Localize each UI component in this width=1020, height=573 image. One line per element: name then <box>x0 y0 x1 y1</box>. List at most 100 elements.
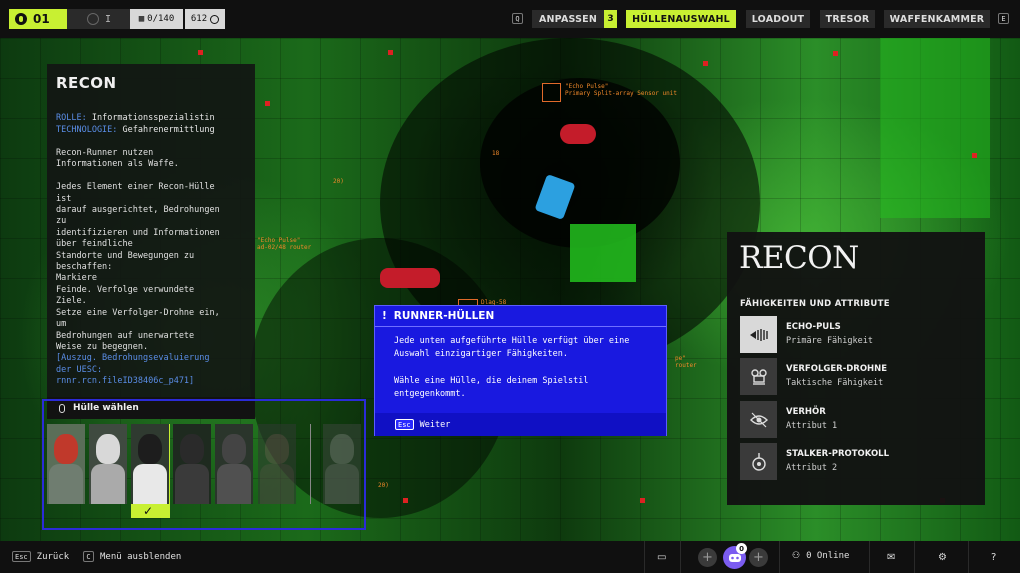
ability-echo-puls[interactable]: ECHO-PULS Primäre Fähigkeit <box>740 316 976 354</box>
shell-meta: ROLLE: Informationsspezialistin TECHNOLO… <box>56 112 246 136</box>
grid-icon: ▦ <box>138 14 145 24</box>
settings-gear-icon[interactable]: ⚙ <box>938 552 947 563</box>
drone-icon <box>740 358 777 395</box>
ability-type: Primäre Fähigkeit <box>786 336 873 346</box>
shell-description: Recon-Runner nutzen Informationen als Wa… <box>56 148 220 352</box>
chat-icon[interactable]: ▭ <box>657 552 666 563</box>
abilities-subtitle: FÄHIGKEITEN UND ATTRIBUTE <box>740 299 890 309</box>
target-box <box>542 83 561 102</box>
shell-option-locked[interactable] <box>323 424 361 504</box>
progress-counter[interactable]: ▦ 0/140 <box>130 9 183 29</box>
stalker-icon <box>740 443 777 480</box>
marker-dot <box>198 50 203 55</box>
hud-number: 20) <box>378 482 389 489</box>
online-count: 0 Online <box>806 551 850 561</box>
hide-menu-button[interactable]: C Menü ausblenden <box>83 551 181 562</box>
back-button[interactable]: Esc Zurück <box>12 551 69 562</box>
ability-name: VERFOLGER-DROHNE <box>786 364 888 374</box>
hud-label: pe" router <box>675 355 697 370</box>
add-party-left-button[interactable]: + <box>698 548 717 567</box>
continue-label: Weiter <box>419 419 451 430</box>
ability-name: STALKER-PROTOKOLL <box>786 449 890 459</box>
picker-divider <box>310 424 311 504</box>
tutorial-text-1: Jede unten aufgeführte Hülle verfügt übe… <box>394 336 630 360</box>
tutorial-header: ! RUNNER-HÜLLEN <box>375 306 666 327</box>
tab-anpassen[interactable]: ANPASSEN <box>532 10 604 28</box>
marker-dot <box>403 498 408 503</box>
online-friends[interactable]: ⚇ 0 Online <box>792 551 849 561</box>
tutorial-body: Jede unten aufgeführte Hülle verfügt übe… <box>394 335 656 402</box>
tab-tresor[interactable]: TRESOR <box>820 10 875 28</box>
player-level[interactable]: 01 <box>9 9 67 29</box>
tech-key: TECHNOLOGIE: <box>56 125 118 135</box>
ability-verfolger-drohne[interactable]: VERFOLGER-DROHNE Taktische Fähigkeit <box>740 358 976 396</box>
marker-dot <box>640 498 645 503</box>
abilities-panel: RECON FÄHIGKEITEN UND ATTRIBUTE ECHO-PUL… <box>727 232 985 505</box>
tab-waffenkammer[interactable]: WAFFENKAMMER <box>884 10 990 28</box>
check-icon: ✓ <box>143 504 154 518</box>
marker-dot <box>972 153 977 158</box>
ability-type: Taktische Fähigkeit <box>786 378 884 388</box>
ability-stalker-protokoll[interactable]: STALKER-PROTOKOLL Attribut 2 <box>740 443 976 481</box>
mail-icon[interactable]: ✉ <box>887 552 895 563</box>
tab-huellenauswahl[interactable]: HÜLLENAUSWAHL <box>626 10 736 28</box>
alert-icon: ! <box>382 310 387 322</box>
shell-info-panel: RECON ROLLE: Informationsspezialistin TE… <box>47 64 255 397</box>
role-value: Informationsspezialistin <box>91 113 215 123</box>
shell-title: RECON <box>56 74 117 92</box>
currency-value: 612 <box>190 14 208 24</box>
shell-option-4[interactable] <box>173 424 211 504</box>
marker-dot <box>388 50 393 55</box>
shell-option-6[interactable] <box>258 424 296 504</box>
level-value: 01 <box>33 12 50 26</box>
continue-button[interactable]: Esc Weiter <box>375 413 666 436</box>
counter-value: 0/140 <box>147 14 175 24</box>
tutorial-popup: ! RUNNER-HÜLLEN Jede unten aufgeführte H… <box>374 305 667 436</box>
rank-icon <box>87 13 99 25</box>
shell-option-2[interactable] <box>89 424 127 504</box>
rank-indicator[interactable]: I <box>67 9 130 29</box>
ability-name: ECHO-PULS <box>786 322 841 332</box>
back-label: Zurück <box>36 551 70 562</box>
top-bar: 01 I ▦ 0/140 612 Q ANPASSEN 3 HÜLLENAUSW… <box>0 0 1020 38</box>
interrogate-icon <box>740 401 777 438</box>
marker-dot <box>265 101 270 106</box>
ability-name: VERHÖR <box>786 407 826 417</box>
friends-icon: ⚇ <box>792 551 801 561</box>
c-key: C <box>83 551 94 562</box>
shell-option-recon[interactable] <box>131 424 169 504</box>
bottom-bar: Esc Zurück C Menü ausblenden ▭ + 0 + ⚇ 0… <box>0 541 1020 573</box>
add-party-right-button[interactable]: + <box>749 548 768 567</box>
ability-verhoer[interactable]: VERHÖR Attribut 1 <box>740 401 976 439</box>
hud-number: 18 <box>492 150 500 157</box>
esc-key: Esc <box>395 419 414 430</box>
next-tab-key[interactable]: E <box>998 13 1009 24</box>
role-key: ROLLE: <box>56 113 87 123</box>
echo-pulse-icon <box>740 316 777 353</box>
tutorial-title: RUNNER-HÜLLEN <box>393 310 495 322</box>
currency-display[interactable]: 612 <box>185 9 225 29</box>
notification-badge: 3 <box>604 10 617 28</box>
tutorial-text-2: Wähle eine Hülle, die deinem Spielstil e… <box>394 375 589 400</box>
hud-label: "Echo Pulse" ad-02/48 router <box>257 237 312 252</box>
esc-key: Esc <box>12 551 31 562</box>
tech-value: Gefahrenermittlung <box>122 125 215 135</box>
shell-option-5[interactable] <box>215 424 253 504</box>
party-count-badge: 0 <box>736 543 747 554</box>
rank-value: I <box>105 13 112 25</box>
shell-quote: [Auszug. Bedrohungsevaluierung der UESC:… <box>56 353 210 387</box>
tab-loadout[interactable]: LOADOUT <box>746 10 810 28</box>
ability-type: Attribut 2 <box>786 463 838 473</box>
marker-dot <box>703 61 708 66</box>
marker-dot <box>833 51 838 56</box>
ability-type: Attribut 1 <box>786 421 838 431</box>
abilities-title: RECON <box>739 240 859 276</box>
shell-option-1[interactable] <box>47 424 85 504</box>
help-icon[interactable]: ? <box>991 552 996 563</box>
coin-icon <box>210 14 220 24</box>
runner-icon <box>15 13 27 25</box>
hud-number: 20) <box>333 178 344 185</box>
hud-label: "Echo Pulse" Primary Split-array Sensor u… <box>565 83 677 98</box>
hide-menu-label: Menü ausblenden <box>100 551 182 562</box>
prev-tab-key[interactable]: Q <box>512 13 523 24</box>
